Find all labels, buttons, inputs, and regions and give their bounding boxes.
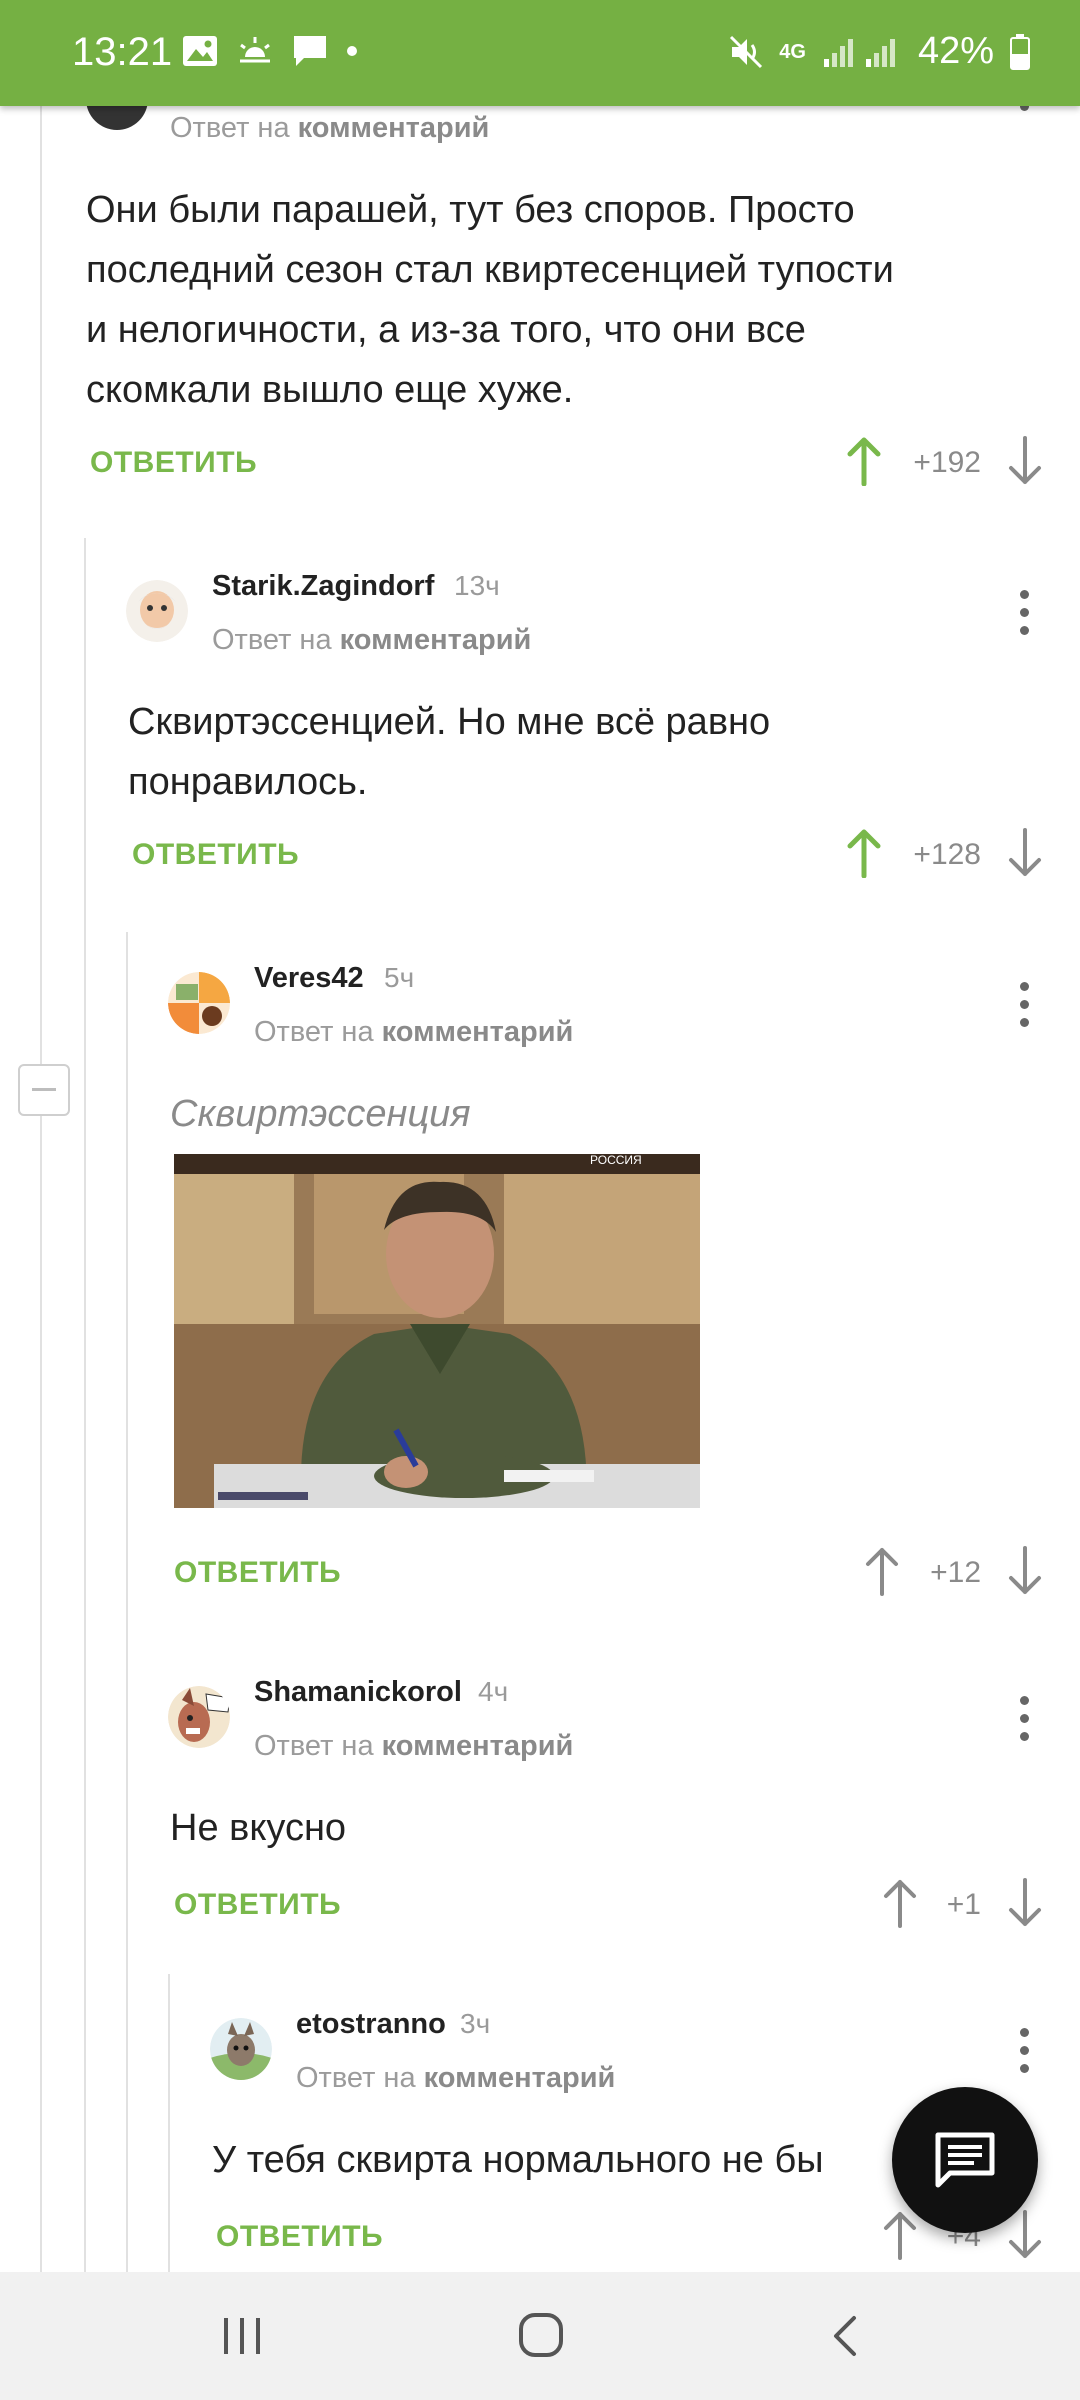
reply-to[interactable]: Ответ на комментарий: [170, 112, 489, 145]
thread-line: [40, 106, 42, 2272]
upvote-icon[interactable]: [844, 436, 884, 486]
recent-apps-icon[interactable]: [222, 2316, 262, 2356]
new-comment-fab[interactable]: [892, 2087, 1038, 2233]
thread-line: [168, 1974, 170, 2272]
downvote-icon[interactable]: [1005, 828, 1045, 878]
downvote-icon[interactable]: [1005, 1878, 1045, 1928]
system-nav-bar: [0, 2272, 1080, 2400]
comment-score: +12: [930, 1556, 981, 1589]
comment-text: У тебя сквирта нормального не бы: [212, 2139, 824, 2181]
image-caption: Сквиртэссенция: [170, 1093, 471, 1135]
avatar[interactable]: [126, 580, 188, 642]
battery-percent: 42%: [917, 30, 994, 72]
network-type: 4G: [779, 40, 806, 63]
status-bar: 13:21 4G 42%: [0, 0, 1080, 106]
more-options-icon[interactable]: [1017, 106, 1031, 120]
reply-to[interactable]: Ответ на комментарий: [296, 2062, 615, 2095]
more-options-icon[interactable]: [1017, 590, 1031, 644]
message-icon: [294, 36, 326, 66]
downvote-icon[interactable]: [1005, 1546, 1045, 1596]
reply-button[interactable]: ОТВЕТИТЬ: [174, 1556, 341, 1590]
reply-to[interactable]: Ответ на комментарий: [254, 1016, 573, 1049]
reply-button[interactable]: ОТВЕТИТЬ: [216, 2220, 383, 2254]
more-options-icon[interactable]: [1017, 982, 1031, 1036]
avatar[interactable]: [210, 2018, 272, 2080]
comment-score: +1: [946, 1888, 981, 1921]
avatar[interactable]: [168, 1686, 230, 1748]
comment-age: 4ч: [478, 1676, 509, 1707]
reply-button[interactable]: ОТВЕТИТЬ: [174, 1888, 341, 1922]
comment-text: Сквиртэссенцией. Но мне всё равно понрав…: [128, 701, 771, 803]
downvote-icon[interactable]: [1005, 2210, 1045, 2260]
battery-icon: [1010, 33, 1030, 70]
status-time: 13:21: [72, 30, 173, 74]
comment-icon: [935, 2132, 995, 2188]
more-options-icon[interactable]: [1017, 2028, 1031, 2082]
comment-age: 3ч: [460, 2008, 491, 2039]
avatar[interactable]: [168, 972, 230, 1034]
comment-score: +128: [913, 838, 981, 871]
author-name[interactable]: Starik.Zagindorf: [212, 570, 434, 603]
author-name[interactable]: etostranno: [296, 2008, 446, 2041]
comment-image[interactable]: РОССИЯ: [174, 1154, 700, 1508]
comment-age: 13ч: [454, 570, 500, 601]
comment-text: Они были парашей, тут без споров. Просто…: [86, 189, 894, 411]
comment-text: Не вкусно: [170, 1807, 347, 1849]
back-icon[interactable]: [828, 2314, 860, 2358]
downvote-icon[interactable]: [1005, 436, 1045, 486]
comment-age: 5ч: [384, 962, 415, 993]
author-name[interactable]: Shamanickorol: [254, 1676, 462, 1709]
avatar[interactable]: [86, 106, 148, 130]
reply-button[interactable]: ОТВЕТИТЬ: [132, 838, 299, 872]
reply-to[interactable]: Ответ на комментарий: [254, 1730, 573, 1763]
watermark-logo: РОССИЯ: [590, 1154, 642, 1167]
comment-score: +192: [913, 446, 981, 479]
author-name[interactable]: Veres42: [254, 962, 364, 995]
image-icon: [183, 36, 217, 66]
signal-icon: [823, 38, 895, 67]
comments-thread: Ответ на комментарий Они были парашей, т…: [0, 106, 1080, 2272]
more-options-icon[interactable]: [1017, 1696, 1031, 1750]
thread-line: [126, 932, 128, 2272]
thread-line: [84, 538, 86, 2272]
weather-icon: [240, 37, 270, 63]
reply-button[interactable]: ОТВЕТИТЬ: [90, 446, 257, 480]
upvote-icon[interactable]: [844, 828, 884, 878]
mute-icon: [730, 35, 763, 68]
dot-icon: [347, 46, 357, 56]
home-icon[interactable]: [518, 2312, 564, 2358]
reply-to[interactable]: Ответ на комментарий: [212, 624, 531, 657]
collapse-thread-button[interactable]: [18, 1064, 70, 1116]
